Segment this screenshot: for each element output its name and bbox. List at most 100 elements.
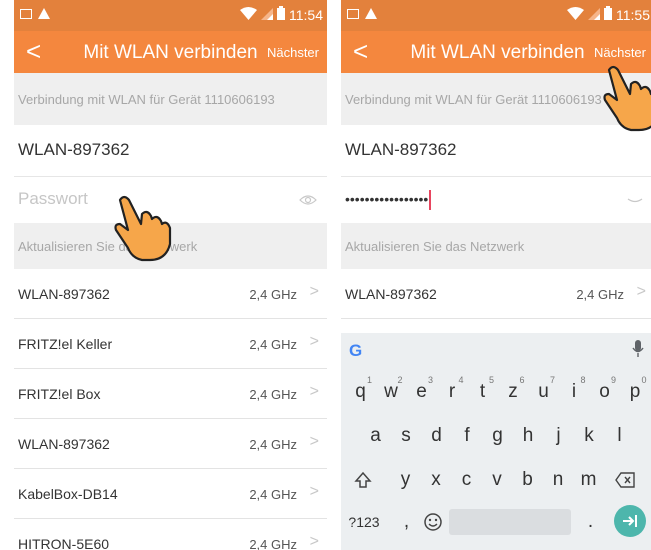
key-u[interactable]: u7	[530, 373, 557, 411]
chevron-right-icon: >	[636, 283, 646, 300]
password-value: •••••••••••••••••	[345, 191, 429, 207]
show-password-icon[interactable]	[299, 191, 317, 209]
battery-icon	[277, 6, 285, 23]
key-o[interactable]: o9	[591, 373, 618, 411]
chevron-right-icon: >	[309, 283, 319, 300]
chevron-right-icon: >	[309, 483, 319, 500]
period-key[interactable]: .	[577, 503, 604, 541]
app-bar: < Mit WLAN verbinden Nächster	[14, 31, 327, 73]
space-key[interactable]	[449, 509, 571, 535]
key-b[interactable]: b	[514, 461, 541, 499]
key-number-hint: 6	[519, 375, 525, 385]
backspace-key[interactable]	[611, 461, 638, 499]
key-i[interactable]: i8	[561, 373, 588, 411]
key-a[interactable]: a	[362, 417, 389, 455]
refresh-network-header[interactable]: Aktualisieren Sie das Netzwerk	[341, 223, 651, 269]
key-l[interactable]: l	[606, 417, 633, 455]
network-row[interactable]: FRITZ!el Box 2,4 GHz >	[14, 369, 327, 419]
network-list: WLAN-897362 2,4 GHz > FRITZ!el Keller 2,4 G…	[14, 269, 327, 550]
key-q[interactable]: q1	[347, 373, 374, 411]
key-number-hint: 3	[427, 375, 433, 385]
warning-icon	[365, 8, 377, 19]
key-x[interactable]: x	[423, 461, 450, 499]
key-g[interactable]: g	[484, 417, 511, 455]
key-letter: r	[448, 381, 456, 402]
comma-key[interactable]: ,	[393, 503, 420, 541]
on-screen-keyboard: G q1w2e3r4t5z6u7i8o9p0 asdfghjkl yxcvbnm…	[341, 333, 651, 550]
key-letter: i	[571, 381, 577, 402]
key-letter: z	[508, 381, 518, 402]
emoji-key[interactable]	[419, 503, 446, 541]
next-button[interactable]: Nächster	[267, 45, 319, 60]
key-letter: e	[416, 381, 427, 402]
image-notification-icon	[347, 8, 359, 19]
signal-icon	[261, 7, 273, 23]
network-row[interactable]: KabelBox-DB14 2,4 GHz >	[14, 469, 327, 519]
clock: 11:55	[616, 6, 650, 23]
key-letter: q	[355, 381, 366, 402]
key-j[interactable]: j	[545, 417, 572, 455]
hide-password-icon[interactable]	[626, 191, 644, 209]
network-row[interactable]: FRITZ!el Keller 2,4 GHz >	[14, 319, 327, 369]
network-row[interactable]: WLAN-897362 2,4 GHz >	[14, 419, 327, 469]
key-v[interactable]: v	[484, 461, 511, 499]
key-number-hint: 0	[641, 375, 647, 385]
key-number-hint: 1	[366, 375, 372, 385]
signal-icon	[588, 7, 600, 23]
symbols-key[interactable]: ?123	[347, 503, 381, 541]
keyboard-row-4: ?123 , .	[341, 503, 651, 545]
tap-hand-icon	[114, 192, 174, 262]
password-field[interactable]: •••••••••••••••••	[341, 177, 651, 223]
key-e[interactable]: e3	[408, 373, 435, 411]
next-button[interactable]: Nächster	[594, 45, 646, 60]
keyboard-toolbar: G	[341, 333, 651, 369]
microphone-icon[interactable]	[632, 340, 644, 363]
key-number-hint: 2	[397, 375, 403, 385]
screen-after: 11:55 < Mit WLAN verbinden Nächster Verb…	[341, 0, 651, 550]
key-f[interactable]: f	[454, 417, 481, 455]
key-h[interactable]: h	[515, 417, 542, 455]
chevron-right-icon: >	[309, 433, 319, 450]
wifi-icon	[567, 6, 584, 23]
key-w[interactable]: w2	[378, 373, 405, 411]
screen-before: 11:54 < Mit WLAN verbinden Nächster Verb…	[14, 0, 327, 550]
key-m[interactable]: m	[575, 461, 602, 499]
text-cursor	[429, 189, 432, 210]
enter-key[interactable]	[614, 505, 646, 537]
key-k[interactable]: k	[576, 417, 603, 455]
key-d[interactable]: d	[423, 417, 450, 455]
shift-key[interactable]	[349, 461, 376, 499]
keyboard-row-1: q1w2e3r4t5z6u7i8o9p0	[341, 373, 651, 415]
key-p[interactable]: p0	[622, 373, 649, 411]
key-r[interactable]: r4	[439, 373, 466, 411]
status-bar: 11:55	[341, 0, 651, 31]
key-letter: w	[384, 381, 398, 402]
google-icon[interactable]: G	[349, 341, 362, 361]
key-n[interactable]: n	[545, 461, 572, 499]
tap-hand-icon	[603, 62, 651, 132]
key-c[interactable]: c	[453, 461, 480, 499]
key-number-hint: 8	[580, 375, 586, 385]
battery-icon	[604, 6, 612, 23]
key-z[interactable]: z6	[500, 373, 527, 411]
network-row[interactable]: WLAN-897362 2,4 GHz >	[341, 269, 651, 319]
key-letter: o	[599, 381, 610, 402]
ssid-field[interactable]: WLAN-897362	[14, 125, 327, 177]
keyboard-row-3: yxcvbnm	[341, 461, 651, 503]
key-letter: p	[629, 381, 641, 402]
key-t[interactable]: t5	[469, 373, 496, 411]
key-y[interactable]: y	[392, 461, 419, 499]
wifi-icon	[240, 6, 257, 23]
key-number-hint: 9	[610, 375, 616, 385]
status-bar: 11:54	[14, 0, 327, 31]
key-letter: u	[538, 381, 549, 402]
network-row[interactable]: WLAN-897362 2,4 GHz >	[14, 269, 327, 319]
password-placeholder: Passwort	[18, 189, 88, 208]
key-s[interactable]: s	[393, 417, 420, 455]
ssid-field[interactable]: WLAN-897362	[341, 125, 651, 177]
chevron-right-icon: >	[309, 383, 319, 400]
key-letter: t	[479, 381, 486, 402]
chevron-right-icon: >	[309, 533, 319, 550]
device-info: Verbindung mit WLAN für Gerät 1110606193	[14, 73, 327, 125]
network-row[interactable]: HITRON-5E60 2,4 GHz >	[14, 519, 327, 550]
